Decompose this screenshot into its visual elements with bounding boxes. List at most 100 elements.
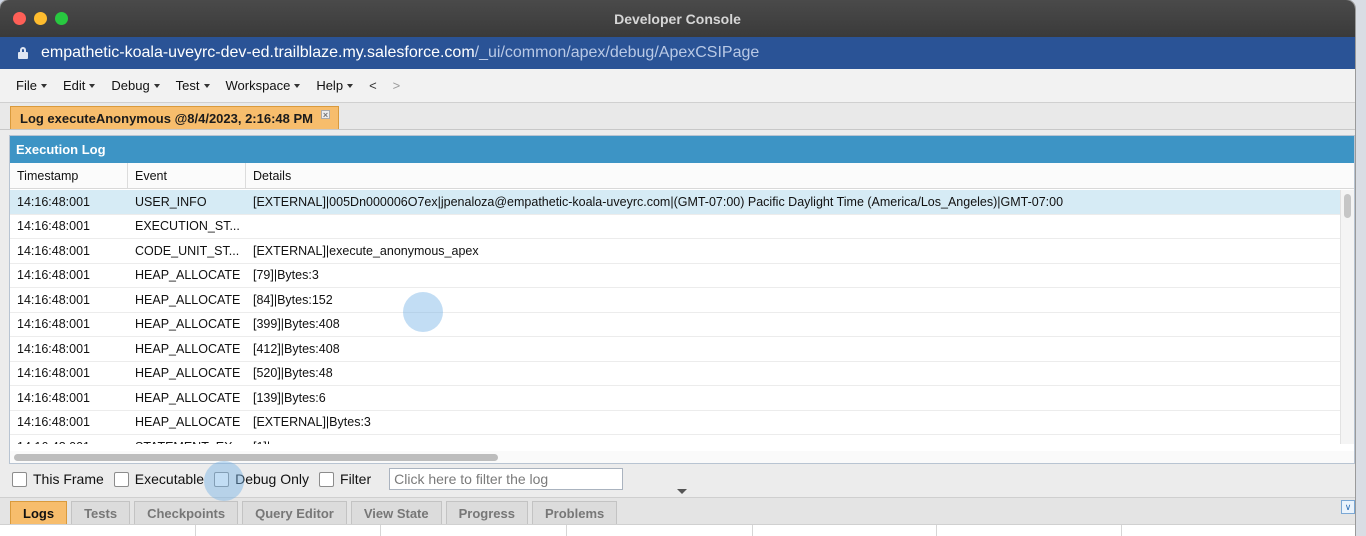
timestamp-cell: 14:16:48:001 [17, 268, 90, 283]
grid-divider [1121, 525, 1122, 536]
tab-tests[interactable]: Tests [71, 501, 131, 524]
menu-test-label: Test [175, 78, 200, 93]
table-row[interactable]: 14:16:48:001 HEAP_ALLOCATE [EXTERNAL]|Byte… [10, 411, 1340, 435]
event-cell: HEAP_ALLOCATE [135, 292, 241, 307]
chevron-down-icon [203, 83, 210, 88]
checkbox-box[interactable] [113, 471, 129, 487]
details-cell: [EXTERNAL]|005Dn000006O7ex|jpenaloza@emp… [253, 194, 1064, 209]
executable-label: Executable [134, 471, 205, 487]
timestamp-cell: 14:16:48:001 [17, 219, 90, 234]
menu-debug[interactable]: Debug [103, 78, 167, 93]
chevron-down-icon [89, 83, 96, 88]
table-row[interactable]: 14:16:48:001 HEAP_ALLOCATE [412]|Bytes:408 [10, 337, 1340, 362]
close-icon[interactable]: × [321, 109, 331, 119]
menu-bar: File Edit Debug Test Workspace Help < > [0, 69, 1355, 103]
timestamp-cell: 14:16:48:001 [10, 440, 128, 444]
bottom-panel-tabs: Logs Tests Checkpoints Query Editor View… [0, 497, 1355, 524]
debug-only-checkbox[interactable]: Debug Only [214, 471, 309, 487]
url-bar: empathetic-koala-uveyrc-dev-ed.trailblaz… [0, 37, 1355, 69]
event-cell: HEAP_ALLOCATE [135, 268, 241, 283]
close-window-button[interactable] [13, 12, 26, 25]
menu-debug-label: Debug [111, 78, 150, 93]
column-headers: Timestamp Event Details [10, 163, 1354, 189]
menu-file[interactable]: File [8, 78, 55, 93]
event-cell: EXECUTION_ST... [135, 219, 240, 234]
checkbox-box[interactable] [319, 471, 335, 487]
table-row[interactable]: 14:16:48:001 HEAP_ALLOCATE [520]|Bytes:48 [10, 362, 1340, 386]
tab-label: Log executeAnonymous @8/4/2023, 2:16:48 … [20, 110, 314, 126]
developer-console-window: Developer Console empathetic-koala-uveyr… [0, 0, 1355, 536]
menu-workspace[interactable]: Workspace [218, 78, 309, 93]
details-cell: [139]|Bytes:6 [253, 390, 326, 405]
chevron-down-icon [294, 83, 301, 88]
execution-log-panel: Execution Log Timestamp Event Details 14… [9, 135, 1355, 464]
horizontal-scroll-thumb[interactable] [14, 454, 498, 461]
chevron-down-icon [677, 489, 687, 494]
grid-divider [566, 525, 567, 536]
menu-edit[interactable]: Edit [55, 78, 103, 93]
back-button[interactable]: < [361, 78, 385, 93]
table-row[interactable]: 14:16:48:001 CODE_UNIT_ST... [EXTERNAL]|ex… [10, 239, 1340, 264]
vertical-scroll-thumb[interactable] [1344, 194, 1351, 218]
details-cell: [EXTERNAL]|execute_anonymous_apex [253, 243, 479, 258]
timestamp-cell: 14:16:48:001 [17, 194, 90, 209]
menu-help[interactable]: Help [308, 78, 361, 93]
panel-splitter-handle[interactable] [662, 489, 702, 497]
grid-divider [195, 525, 196, 536]
table-row[interactable]: 14:16:48:001 HEAP_ALLOCATE [79]|Bytes:3 [10, 264, 1340, 288]
menu-file-label: File [16, 78, 37, 93]
column-header-timestamp[interactable]: Timestamp [10, 163, 128, 188]
column-header-event[interactable]: Event [128, 163, 246, 188]
timestamp-cell: 14:16:48:001 [17, 317, 90, 332]
column-header-details[interactable]: Details [246, 163, 1354, 188]
event-cell: HEAP_ALLOCATE [135, 390, 241, 405]
execution-log-header: Execution Log [10, 136, 1354, 163]
menu-test[interactable]: Test [168, 78, 218, 93]
checkbox-box[interactable] [12, 471, 27, 487]
timestamp-cell: 14:16:48:001 [17, 341, 90, 356]
timestamp-cell: 14:16:48:001 [17, 415, 90, 430]
table-row[interactable]: 14:16:48:001 HEAP_ALLOCATE [84]|Bytes:152 [10, 288, 1340, 313]
event-cell: HEAP_ALLOCATE [135, 366, 241, 381]
timestamp-cell: 14:16:48:001 [17, 390, 90, 405]
grid-divider [936, 525, 937, 536]
zoom-window-button[interactable] [55, 12, 68, 25]
filter-checkbox[interactable]: Filter [319, 471, 371, 487]
checkbox-box[interactable] [214, 471, 230, 487]
this-frame-checkbox[interactable]: This Frame [12, 471, 104, 487]
url-host: empathetic-koala-uveyrc-dev-ed.trailblaz… [41, 44, 475, 61]
tab-execute-anonymous-log[interactable]: Log executeAnonymous @8/4/2023, 2:16:48 … [10, 106, 340, 129]
minimize-window-button[interactable] [34, 12, 47, 25]
table-row[interactable]: 14:16:48:001STATEMENT_EX...[1]| [10, 435, 1340, 444]
table-row[interactable]: 14:16:48:001 EXECUTION_ST... [10, 215, 1340, 239]
collapse-panel-icon[interactable]: ∨ [1341, 500, 1355, 514]
chevron-down-icon [347, 83, 354, 88]
grid-divider [752, 525, 753, 536]
menu-workspace-label: Workspace [225, 78, 291, 93]
editor-tab-strip: Log executeAnonymous @8/4/2023, 2:16:48 … [0, 103, 1355, 130]
event-cell: HEAP_ALLOCATE [135, 341, 241, 356]
table-row[interactable]: 14:16:48:001 HEAP_ALLOCATE [399]|Bytes:408 [10, 313, 1340, 337]
details-cell: [EXTERNAL]|Bytes:3 [253, 415, 371, 430]
window-title: Developer Console [614, 10, 741, 27]
table-row[interactable]: 14:16:48:001 HEAP_ALLOCATE [139]|Bytes:6 [10, 386, 1340, 411]
tab-query-editor[interactable]: Query Editor [242, 501, 347, 524]
tab-problems[interactable]: Problems [532, 501, 618, 524]
tab-checkpoints[interactable]: Checkpoints [134, 501, 239, 524]
tab-view-state[interactable]: View State [350, 501, 442, 524]
lock-icon [18, 47, 28, 59]
table-row[interactable]: 14:16:48:001 USER_INFO [EXTERNAL]|005Dn000… [10, 190, 1340, 215]
vertical-scrollbar[interactable] [1340, 190, 1354, 444]
logs-grid-header [0, 524, 1355, 536]
log-filter-input[interactable] [389, 468, 624, 490]
forward-button[interactable]: > [385, 78, 409, 93]
tab-progress[interactable]: Progress [445, 501, 528, 524]
timestamp-cell: 14:16:48:001 [17, 292, 90, 307]
url-path: /_ui/common/apex/debug/ApexCSIPage [474, 44, 760, 61]
executable-checkbox[interactable]: Executable [113, 471, 205, 487]
event-cell: STATEMENT_EX... [128, 440, 246, 444]
horizontal-scrollbar[interactable] [10, 451, 1354, 463]
event-cell: HEAP_ALLOCATE [135, 415, 241, 430]
tab-logs[interactable]: Logs [10, 501, 68, 524]
debug-only-label: Debug Only [235, 471, 310, 487]
